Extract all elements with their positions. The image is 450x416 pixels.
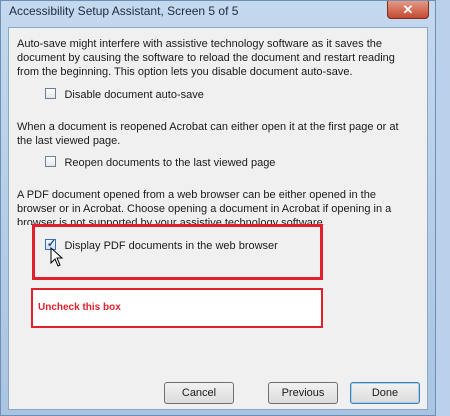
disable-autosave-checkbox[interactable] [45, 88, 56, 100]
annotation-note: Uncheck this box [38, 302, 121, 313]
autosave-option[interactable]: Disable document auto-save [45, 86, 204, 102]
autosave-description: Auto-save might interfere with assistive… [17, 38, 395, 78]
title-bar[interactable]: Accessibility Setup Assistant, Screen 5 … [1, 1, 435, 23]
disable-autosave-label[interactable]: Disable document auto-save [64, 89, 203, 101]
reopen-option[interactable]: Reopen documents to the last viewed page [45, 154, 275, 170]
previous-button[interactable]: Previous [268, 382, 338, 404]
done-button[interactable]: Done [350, 382, 420, 404]
cancel-button[interactable]: Cancel [164, 382, 234, 404]
window-title: Accessibility Setup Assistant, Screen 5 … [9, 4, 239, 18]
annotation-note-box: Uncheck this box [31, 288, 323, 328]
reopen-description: When a document is reopened Acrobat can … [17, 121, 399, 147]
display-in-browser-label[interactable]: Display PDF documents in the web browser [64, 240, 277, 252]
reopen-last-page-label[interactable]: Reopen documents to the last viewed page [64, 157, 275, 169]
browser-description: A PDF document opened from a web browser… [17, 189, 392, 225]
mouse-pointer-icon [50, 247, 64, 267]
reopen-last-page-checkbox[interactable] [45, 156, 56, 168]
browser-option[interactable]: ✓ Display PDF documents in the web brows… [45, 237, 278, 253]
close-icon: ✕ [402, 2, 414, 17]
close-button[interactable]: ✕ [387, 1, 429, 19]
